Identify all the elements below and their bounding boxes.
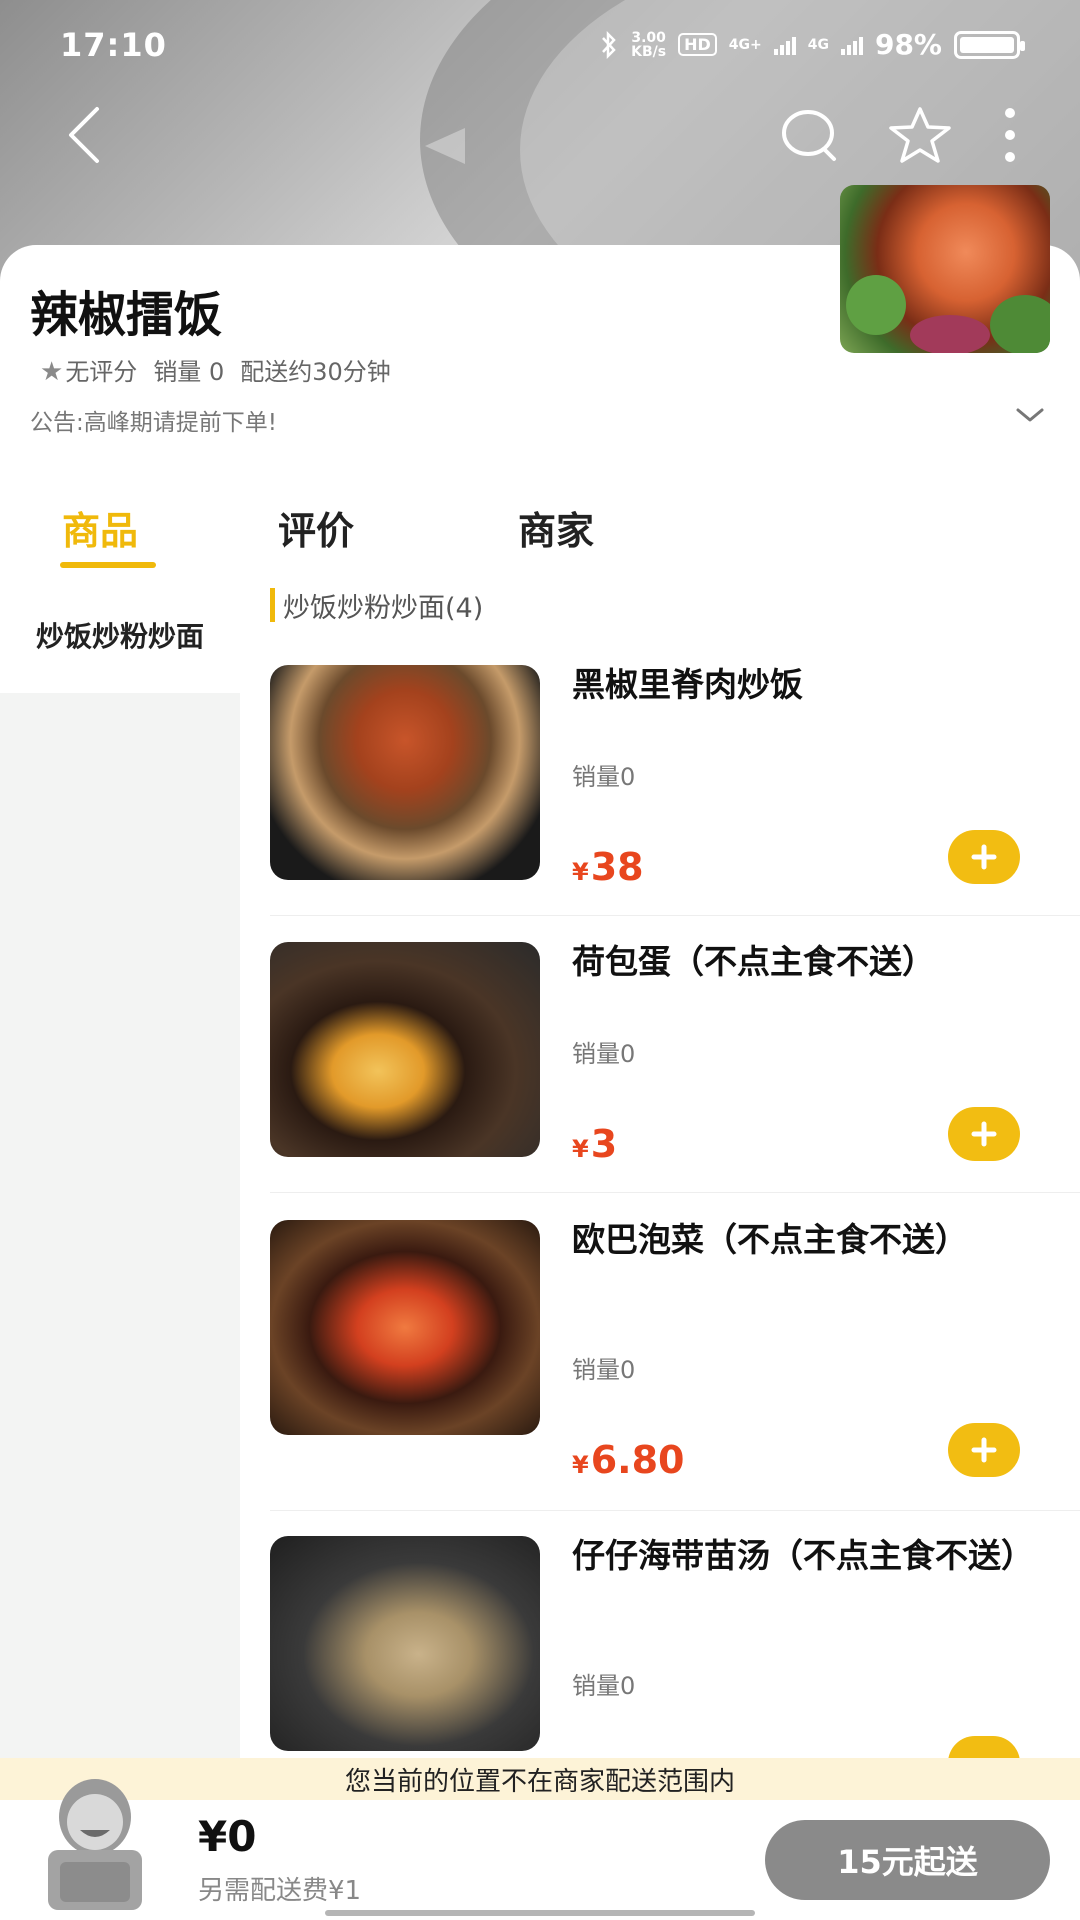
price-value: 3 <box>590 1122 618 1166</box>
back-button[interactable] <box>50 100 120 170</box>
cart-bar: ¥0 另需配送费¥1 15元起送 <box>0 1779 1080 1920</box>
delivery-range-notice: 您当前的位置不在商家配送范围内 <box>0 1758 1080 1800</box>
add-to-cart-button[interactable] <box>948 830 1020 884</box>
divider <box>270 915 1080 916</box>
search-icon <box>782 110 836 161</box>
price-value: 6.80 <box>590 1438 685 1482</box>
product-image <box>270 1220 540 1435</box>
product-item[interactable]: 荷包蛋（不点主食不送） 销量0 ¥3 <box>270 942 1080 1193</box>
product-price: ¥6.80 <box>572 1438 684 1482</box>
cart-total: ¥0 <box>198 1812 257 1861</box>
category-title: 炒饭炒粉炒面(4) <box>283 592 484 624</box>
net-speed: 3.00 KB/s <box>631 31 666 59</box>
plus-icon <box>971 1121 997 1147</box>
chevron-down-icon <box>1016 408 1044 422</box>
product-sales: 销量0 <box>572 1040 636 1068</box>
bluetooth-icon <box>602 30 616 59</box>
delivery-time: 配送约30分钟 <box>240 358 391 386</box>
star-icon <box>889 107 951 163</box>
product-image <box>270 1536 540 1751</box>
notice-expand-button[interactable] <box>1010 400 1050 430</box>
product-item[interactable]: 欧巴泡菜（不点主食不送） 销量0 ¥6.80 <box>270 1220 1080 1511</box>
net-speed-unit: KB/s <box>631 43 667 60</box>
status-icons: 3.00 KB/s HD 4G+ 4G 98% <box>599 28 1025 61</box>
chevron-left-icon <box>69 107 99 163</box>
battery-icon <box>954 30 1025 59</box>
battery-percent: 98% <box>874 28 942 61</box>
product-image <box>270 665 540 880</box>
category-sidebar: 炒饭炒粉炒面 <box>0 580 240 1920</box>
star-icon: ★ <box>40 357 64 387</box>
category-marker <box>270 588 275 622</box>
currency-symbol: ¥ <box>572 858 589 886</box>
favorite-button[interactable] <box>880 100 960 170</box>
signal-icon <box>840 35 863 55</box>
sim2-label: 4G <box>807 36 829 53</box>
plus-icon <box>971 1437 997 1463</box>
tab-merchant[interactable]: 商家 <box>518 500 594 555</box>
currency-symbol: ¥ <box>572 1451 589 1479</box>
product-item[interactable]: 黑椒里脊肉炒饭 销量0 ¥38 <box>270 665 1080 916</box>
status-bar: 17:10 3.00 KB/s HD 4G+ 4G 98% <box>0 0 1080 90</box>
net-speed-value: 3.00 <box>631 29 666 46</box>
product-name: 荷包蛋（不点主食不送） <box>572 942 935 981</box>
more-button[interactable] <box>990 100 1030 170</box>
product-item[interactable]: 仔仔海带苗汤（不点主食不送） 销量0 <box>270 1536 1080 1758</box>
sidebar-item-fried-rice[interactable]: 炒饭炒粉炒面 <box>0 580 240 693</box>
shop-sales: 销量 0 <box>153 358 225 386</box>
divider <box>270 1192 1080 1193</box>
product-name: 黑椒里脊肉炒饭 <box>572 665 803 704</box>
status-time: 17:10 <box>60 26 167 64</box>
product-price: ¥38 <box>572 845 644 889</box>
currency-symbol: ¥ <box>572 1135 589 1163</box>
product-sales: 销量0 <box>572 1672 636 1700</box>
category-header: 炒饭炒粉炒面(4) <box>270 585 483 625</box>
shop-notice: 公告:高峰期请提前下单! <box>30 410 277 436</box>
rating: ★无评分 <box>40 352 137 387</box>
price-value: 38 <box>590 845 644 889</box>
plus-icon <box>971 844 997 870</box>
divider <box>270 1510 1080 1511</box>
home-indicator[interactable] <box>325 1910 755 1916</box>
more-vertical-icon <box>1005 108 1015 162</box>
rating-text: 无评分 <box>65 358 138 386</box>
add-to-cart-button[interactable] <box>948 1423 1020 1477</box>
product-image <box>270 942 540 1157</box>
tab-products[interactable]: 商品 <box>62 500 138 555</box>
add-to-cart-button[interactable] <box>948 1107 1020 1161</box>
tab-bar: 商品 评价 商家 <box>0 490 1080 580</box>
checkout-button[interactable]: 15元起送 <box>765 1820 1050 1900</box>
cart-mascot-icon[interactable] <box>30 1772 160 1912</box>
shop-name: 辣椒擂饭 <box>30 287 223 343</box>
header-shape <box>425 128 465 164</box>
shop-meta: ★无评分 销量 0 配送约30分钟 <box>40 352 391 387</box>
tab-indicator <box>60 562 156 568</box>
search-button[interactable] <box>770 100 850 170</box>
delivery-fee: 另需配送费¥1 <box>198 1876 362 1906</box>
shop-logo-image <box>840 185 1050 353</box>
add-to-cart-button[interactable] <box>948 1736 1020 1758</box>
product-price: ¥3 <box>572 1122 617 1166</box>
product-name: 仔仔海带苗汤（不点主食不送） <box>572 1536 1034 1575</box>
nav-actions <box>770 100 1030 170</box>
product-sales: 销量0 <box>572 763 636 791</box>
signal-icon <box>773 35 796 55</box>
hd-badge: HD <box>678 33 717 56</box>
product-sales: 销量0 <box>572 1356 636 1384</box>
sim1-label: 4G+ <box>728 36 762 53</box>
tab-reviews[interactable]: 评价 <box>278 500 354 555</box>
product-name: 欧巴泡菜（不点主食不送） <box>572 1220 968 1259</box>
